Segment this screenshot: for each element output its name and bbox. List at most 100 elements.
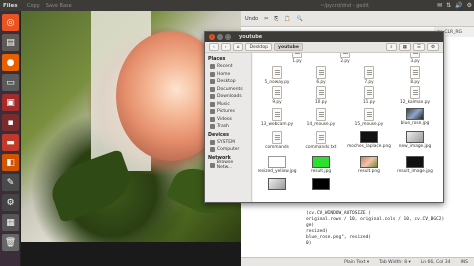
dash-icon[interactable]: ◎ bbox=[2, 14, 19, 31]
gedit-statusbar: Plain Text ▾ Tab Width: 8 ▾ Ln 66, Col 3… bbox=[241, 257, 474, 266]
system-tray: ✉ ⇅ 🔊 ⚙ bbox=[437, 0, 472, 11]
file-item[interactable]: 3.py bbox=[393, 53, 437, 64]
file-item[interactable]: moches_laplace.png bbox=[347, 131, 391, 149]
network-icon[interactable]: ⇅ bbox=[446, 2, 451, 9]
sidebar-item-label: Pictures bbox=[217, 109, 235, 115]
sidebar-item-home[interactable]: Home bbox=[205, 71, 251, 79]
viewer-save[interactable]: Save Base bbox=[46, 3, 72, 9]
file-label: blue_rose.jpg bbox=[400, 121, 430, 126]
file-item[interactable]: 10.py bbox=[299, 86, 343, 105]
file-item[interactable]: 6.py bbox=[299, 66, 343, 85]
file-item[interactable]: 2.py bbox=[323, 53, 367, 64]
app-red-icon[interactable]: ▪ bbox=[2, 114, 19, 131]
copy-button[interactable]: ⎘ bbox=[274, 16, 278, 22]
tab-width-select[interactable]: Tab Width: 8 ▾ bbox=[379, 260, 411, 265]
viewer-copy[interactable]: Copy bbox=[27, 3, 40, 9]
app-orange-icon[interactable]: ◧ bbox=[2, 154, 19, 171]
terminal-strip bbox=[21, 242, 241, 266]
sidebar-item-desktop[interactable]: Desktop bbox=[205, 78, 251, 86]
file-item[interactable]: commands.txt bbox=[299, 131, 343, 150]
file-item[interactable]: 12_kalman.py bbox=[393, 86, 437, 105]
file-item[interactable]: result.png bbox=[347, 156, 391, 174]
file-item[interactable]: 8.py bbox=[393, 66, 437, 85]
code-area[interactable]: (cv.CV_WINDOW_AUTOSIZE ) original.rows /… bbox=[306, 211, 444, 247]
file-item[interactable]: result_image.jpg bbox=[393, 156, 437, 174]
desktop-icon bbox=[210, 79, 215, 85]
sidebar-item-music[interactable]: Music bbox=[205, 101, 251, 109]
app-box-icon[interactable]: ▬ bbox=[2, 134, 19, 151]
sidebar-item-recent[interactable]: Recent bbox=[205, 63, 251, 71]
python-file-icon bbox=[364, 66, 374, 79]
file-item[interactable]: blue_rose.jpg bbox=[393, 108, 437, 126]
sidebar-item-documents[interactable]: Documents bbox=[205, 86, 251, 94]
insert-mode: INS bbox=[460, 259, 468, 265]
file-item[interactable] bbox=[299, 178, 343, 190]
file-item[interactable]: 11.py bbox=[347, 86, 391, 105]
search-icon[interactable]: ⌕ bbox=[386, 43, 397, 51]
firefox-icon[interactable]: ● bbox=[2, 54, 19, 71]
sidebar-item-computer[interactable]: Computer bbox=[205, 146, 251, 154]
back-button[interactable]: ‹ bbox=[209, 43, 219, 51]
file-item[interactable]: resized_yellow.jpg bbox=[255, 156, 299, 174]
language-select[interactable]: Plain Text ▾ bbox=[344, 260, 369, 265]
sidebar-item-downloads[interactable]: Downloads bbox=[205, 93, 251, 101]
view-buttons: ⌕ ▦ ☰ ⚙ bbox=[386, 43, 439, 51]
list-view-icon[interactable]: ☰ bbox=[412, 43, 425, 51]
file-label: commands.txt bbox=[305, 145, 337, 150]
picture-icon bbox=[210, 109, 215, 115]
code-line: 0) bbox=[306, 241, 312, 246]
files-icon[interactable]: ▤ bbox=[2, 34, 19, 51]
close-icon[interactable]: × bbox=[209, 34, 215, 40]
path-home-button[interactable]: ⌂ bbox=[232, 43, 244, 51]
software-center-icon[interactable]: ▣ bbox=[2, 94, 19, 111]
file-item[interactable]: 5_noway.py bbox=[255, 66, 299, 85]
cut-button[interactable]: ✂ bbox=[264, 16, 268, 22]
image-thumbnail bbox=[406, 108, 424, 120]
text-editor-icon[interactable]: ✎ bbox=[2, 174, 19, 191]
paste-button[interactable]: 📋 bbox=[284, 16, 290, 22]
folder-icon bbox=[210, 86, 215, 92]
python-file-icon bbox=[272, 108, 282, 121]
mail-icon[interactable]: ✉ bbox=[437, 2, 442, 9]
file-item[interactable]: 1.py bbox=[275, 53, 319, 64]
forward-button[interactable]: › bbox=[220, 43, 231, 51]
file-item[interactable]: 15_mouse.py bbox=[347, 108, 391, 127]
file-label: result_image.jpg bbox=[397, 169, 433, 174]
file-item[interactable]: commands bbox=[255, 131, 299, 150]
volume-icon[interactable]: 🔊 bbox=[455, 2, 462, 9]
sidebar-item-pictures[interactable]: Pictures bbox=[205, 108, 251, 116]
gedit-toolbar: Undo ✂ ⎘ 📋 🔍 bbox=[241, 11, 474, 27]
settings-icon[interactable]: ⚙ bbox=[467, 2, 472, 9]
sidebar-item-videos[interactable]: Videos bbox=[205, 116, 251, 124]
sidebar-item-trash[interactable]: Trash bbox=[205, 123, 251, 131]
text-file-icon bbox=[316, 131, 326, 144]
trash-launcher-icon[interactable]: 🗑 bbox=[2, 234, 19, 251]
python-file-icon bbox=[316, 108, 326, 121]
file-item[interactable]: 7.py bbox=[347, 66, 391, 85]
workspace-icon[interactable]: ▦ bbox=[2, 214, 19, 231]
file-label: 9.py bbox=[272, 100, 282, 105]
path-youtube-button[interactable]: youtube bbox=[274, 43, 303, 51]
file-item[interactable] bbox=[255, 178, 299, 190]
file-item[interactable]: new_image.jpg bbox=[393, 131, 437, 149]
minimize-icon[interactable]: – bbox=[217, 34, 223, 40]
file-label: 7.py bbox=[364, 80, 374, 85]
file-label: 1.py bbox=[292, 59, 302, 64]
grid-view-icon[interactable]: ▦ bbox=[398, 43, 411, 51]
terminal-icon[interactable]: ▭ bbox=[2, 74, 19, 91]
python-file-icon bbox=[410, 66, 420, 79]
file-item[interactable]: 14_mouse.py bbox=[299, 108, 343, 127]
search-button[interactable]: 🔍 bbox=[297, 16, 303, 22]
sidebar-item-system[interactable]: SYSTEM bbox=[205, 139, 251, 147]
menu-icon[interactable]: ⚙ bbox=[426, 43, 439, 51]
path-desktop-button[interactable]: Desktop bbox=[245, 43, 273, 51]
maximize-icon[interactable]: □ bbox=[225, 34, 231, 40]
file-item[interactable]: 13_webcam.py bbox=[255, 108, 299, 127]
undo-button[interactable]: Undo bbox=[245, 16, 258, 22]
sidebar-item-browse-network[interactable]: Browse Netw... bbox=[205, 160, 251, 170]
file-item[interactable]: 9.py bbox=[255, 86, 299, 105]
settings-app-icon[interactable]: ⚙ bbox=[2, 194, 19, 211]
image-thumbnail bbox=[406, 131, 424, 143]
network-icon bbox=[210, 162, 215, 168]
file-item[interactable]: result.jpg bbox=[299, 156, 343, 174]
